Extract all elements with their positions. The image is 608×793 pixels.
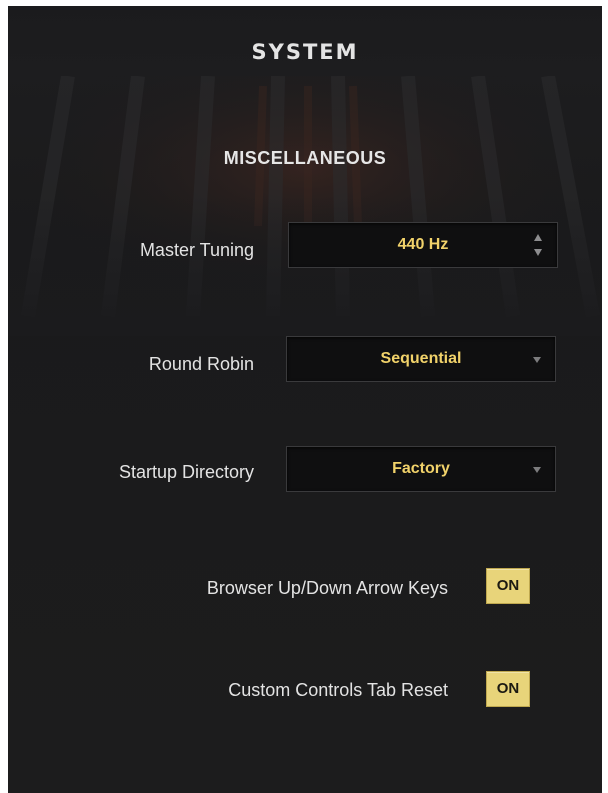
round-robin-label: Round Robin xyxy=(148,354,254,374)
master-tuning-value: 440 Hz xyxy=(397,236,449,253)
master-tuning-label: Master Tuning xyxy=(139,240,254,260)
master-tuning-stepper[interactable]: 440 Hz xyxy=(288,222,558,268)
up-down-stepper-icon[interactable] xyxy=(533,232,543,258)
custom-controls-tab-reset-toggle[interactable]: ON xyxy=(486,671,530,707)
panel-title: SYSTEM xyxy=(251,40,359,64)
startup-directory-label: Startup Directory xyxy=(118,462,254,482)
system-settings-panel: SYSTEM MISCELLANEOUS Master Tuning 440 H… xyxy=(8,6,602,793)
section-heading: MISCELLANEOUS xyxy=(223,148,387,168)
browser-arrow-keys-label: Browser Up/Down Arrow Keys xyxy=(206,578,448,598)
browser-arrow-keys-toggle[interactable]: ON xyxy=(486,568,530,604)
startup-directory-value: Factory xyxy=(392,460,450,477)
piano-keys-background xyxy=(8,76,602,336)
startup-directory-dropdown[interactable]: Factory xyxy=(286,446,556,492)
round-robin-value: Sequential xyxy=(380,350,462,367)
custom-controls-tab-reset-label: Custom Controls Tab Reset xyxy=(228,680,448,700)
dropdown-arrow-icon xyxy=(533,467,541,473)
dropdown-arrow-icon xyxy=(533,357,541,363)
round-robin-dropdown[interactable]: Sequential xyxy=(286,336,556,382)
